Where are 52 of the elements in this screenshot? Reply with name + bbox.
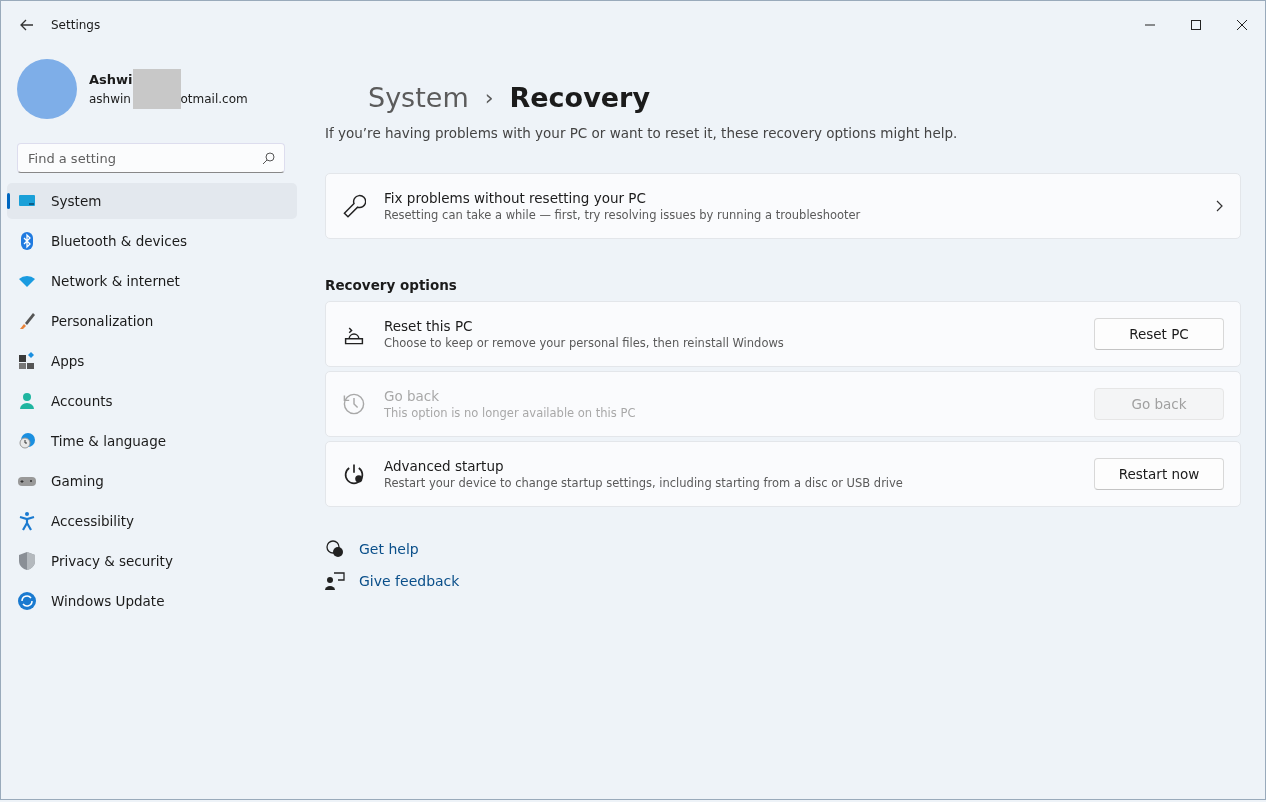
help-chat-icon	[325, 539, 345, 559]
email-text: otmail.com	[180, 92, 248, 106]
option-description: Choose to keep or remove your personal files, then reinstall Windows	[384, 336, 785, 350]
sidebar-item[interactable]: Accessibility	[7, 503, 297, 539]
option-title: Reset this PC	[384, 318, 474, 334]
help-link[interactable]: Get help	[359, 541, 419, 557]
globe-clock-icon	[17, 431, 37, 451]
search-icon	[262, 152, 275, 165]
option-description: Restart your device to change startup settings, including starting from a disc or USB drive	[384, 476, 904, 490]
card-title: Fix problems without resetting your PC	[384, 190, 647, 206]
intro-text: If you’re having problems with your PC or want to reset it, these recovery options might help.	[325, 125, 959, 141]
help-link[interactable]: Give feedback	[359, 573, 460, 589]
avatar-circle	[17, 59, 77, 119]
account-name: Ashwi	[89, 71, 133, 87]
breadcrumb-link[interactable]: System	[368, 81, 469, 113]
option-title: Go back	[384, 388, 441, 404]
maximize-icon	[1190, 19, 1202, 31]
accessibility-icon	[17, 511, 37, 531]
shield-icon	[17, 551, 37, 571]
breadcrumb-separator: ›	[484, 84, 494, 110]
section-title: Recovery options	[325, 277, 458, 293]
brush-icon	[17, 311, 37, 331]
option-button[interactable]: Restart now	[1094, 458, 1224, 490]
sidebar-item[interactable]: Personalization	[7, 303, 297, 339]
apps-icon	[17, 351, 37, 371]
power-gear-icon	[342, 462, 366, 486]
history-icon	[342, 392, 366, 416]
troubleshoot-card[interactable]: Fix problems without resetting your PC Resetting can take a while — first, try resolving issues by running a troubleshooter	[325, 173, 1241, 239]
sidebar-item[interactable]: Time & language	[7, 423, 297, 459]
card-description: Resetting can take a while — first, try resolving issues by running a troubleshooter	[384, 208, 862, 222]
person-icon	[17, 391, 37, 411]
email-text: ashwin	[89, 92, 132, 106]
sidebar-item[interactable]: Windows Update	[7, 583, 297, 619]
feedback-icon	[325, 571, 345, 591]
option-description: This option is no longer available on this PC	[384, 406, 637, 420]
option-title: Advanced startup	[384, 458, 505, 474]
close-icon	[1236, 19, 1248, 31]
sidebar-item[interactable]: Apps	[7, 343, 297, 379]
sidebar-item[interactable]: System	[7, 183, 297, 219]
option-button[interactable]: Reset PC	[1094, 318, 1224, 350]
sidebar-item[interactable]: Privacy & security	[7, 543, 297, 579]
sidebar-item[interactable]: Gaming	[7, 463, 297, 499]
page-title: Recovery	[509, 81, 650, 113]
chevron-icon	[1214, 200, 1224, 212]
sidebar-item[interactable]: Accounts	[7, 383, 297, 419]
wrench-icon	[342, 194, 366, 218]
search-field[interactable]: Find a setting	[17, 143, 285, 173]
sidebar-item[interactable]: Bluetooth & devices	[7, 223, 297, 259]
window-title: Settings	[51, 18, 102, 32]
update-icon	[17, 591, 37, 611]
sidebar-item[interactable]: Network & internet	[7, 263, 297, 299]
redaction-block	[132, 69, 181, 109]
